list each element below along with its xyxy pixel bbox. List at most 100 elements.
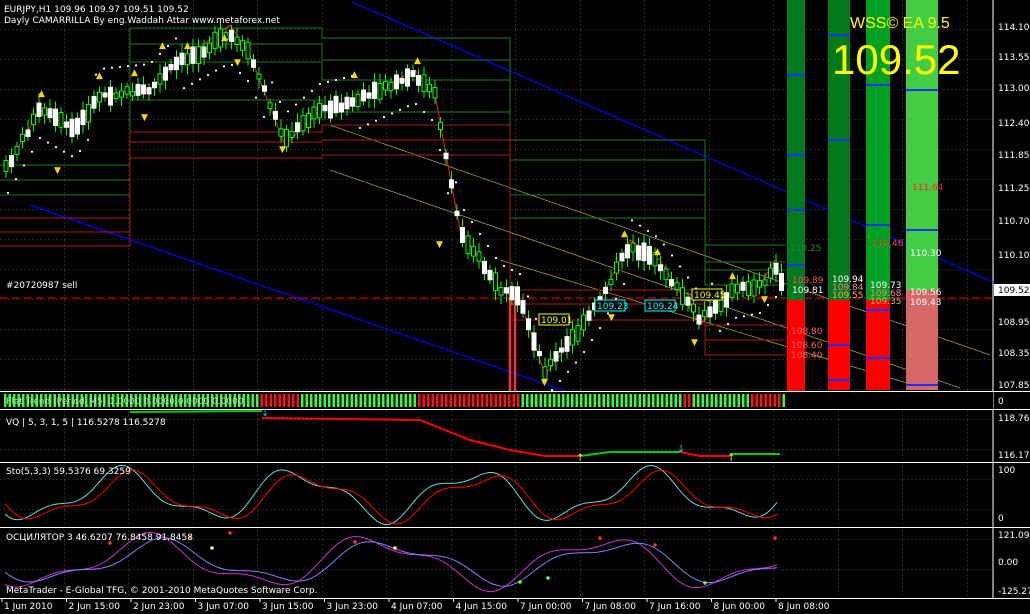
- sar-dot: [158, 52, 162, 56]
- candle-body: [729, 283, 735, 298]
- candle-body: [339, 102, 344, 113]
- sar-dot: [182, 86, 186, 90]
- flat-trend-bar: [620, 394, 623, 407]
- fractal-down-arrow: ▼: [541, 378, 548, 388]
- sar-dot: [574, 361, 578, 364]
- red-level-1: 108.60: [791, 341, 823, 351]
- sar-dot: [174, 37, 178, 40]
- oscillator-dot: [598, 536, 602, 540]
- trading-chart-window[interactable]: ▲▲ ▲▲ ▲▲▲▲▲▲▲▼▼▼▼▼▼▼▼▼ WSS© EA 9.5 109.5…: [0, 0, 1030, 614]
- candle-body: [42, 107, 47, 116]
- time-tick: 2 Jun 23:00: [133, 602, 185, 612]
- flat-trend-bar: [706, 394, 709, 407]
- flat-trend-bar: [256, 394, 259, 407]
- flat-trend-bar: [458, 394, 461, 407]
- vq-tick-top: 118.763: [998, 414, 1030, 424]
- candle-body: [669, 279, 674, 287]
- flat-trend-bar: [368, 394, 371, 407]
- sar-dot: [6, 191, 10, 194]
- candle-body: [773, 262, 779, 275]
- oscillator-dot: [393, 546, 397, 550]
- candle-body: [377, 82, 383, 100]
- flat-trend-bar: [674, 394, 677, 407]
- sar-dot: [198, 78, 202, 81]
- candle-body: [559, 347, 564, 353]
- candle-body: [388, 81, 394, 92]
- candle-body: [608, 278, 614, 285]
- candle-body: [3, 160, 9, 172]
- sar-dot: [62, 150, 66, 153]
- candle-body: [350, 97, 355, 107]
- flat-trend-bar: [476, 394, 479, 407]
- candle-body: [548, 358, 553, 367]
- candle-body: [361, 89, 366, 102]
- time-tick: 4 Jun 07:00: [391, 602, 443, 612]
- flat-trend-bar: [292, 394, 295, 407]
- sar-dot: [454, 181, 458, 184]
- candle-body: [130, 91, 135, 97]
- sar-dot: [430, 118, 434, 122]
- flat-trend-bar: [337, 394, 340, 407]
- col3-label-2: 109.35: [870, 297, 902, 307]
- candle-body: [449, 179, 454, 189]
- price-tick: 111.85: [998, 151, 1030, 161]
- flat-trend-bar: [782, 394, 785, 407]
- flat-trend-bar: [548, 394, 551, 407]
- flat-trend-bar: [512, 394, 515, 407]
- fractal-up-arrow: ▲: [96, 71, 103, 81]
- time-axis[interactable]: 1 Jun 2010 2 Jun 15:00 2 Jun 23:00 3 Jun 07…: [1, 598, 830, 612]
- candle-body: [300, 115, 306, 132]
- flat-trend-bar: [638, 394, 641, 407]
- sar-dot: [470, 220, 474, 224]
- candle-body: [53, 108, 58, 126]
- sar-dot: [438, 148, 442, 152]
- flat-trend-bar: [364, 394, 367, 407]
- flat-trend-bar: [436, 394, 439, 407]
- sar-dot: [622, 282, 626, 286]
- candle-body: [119, 90, 124, 98]
- sar-dot: [414, 102, 418, 106]
- flat-trend-bar: [287, 394, 290, 407]
- flat-trend-bar: [683, 394, 686, 407]
- sar-dot: [190, 82, 194, 85]
- flat-trend-bar: [413, 394, 416, 407]
- stochastic-pane[interactable]: Sto(5,3,3) 59.5376 69.3259 100 0: [0, 462, 1030, 528]
- flat-trend-bar: [521, 394, 524, 407]
- flat-trend-bar: [598, 394, 601, 407]
- price-tag-2: 109.24: [647, 302, 679, 312]
- candle-body: [658, 264, 663, 272]
- candle-body: [256, 73, 262, 80]
- flat-trend-bar: [449, 394, 452, 407]
- sar-dot: [254, 96, 258, 99]
- flat-trend-bar: [314, 394, 317, 407]
- sar-dot: [502, 264, 506, 268]
- flat-trend-bar: [737, 394, 740, 407]
- price-axis[interactable]: 114.10 113.55 113.00 112.40 111.85 111.25 110.…: [998, 23, 1030, 391]
- oscillator-pane[interactable]: ОСЦИЛЯТОР 3 46.6207 76.8458 91.8458 121.…: [0, 527, 1030, 599]
- fractal-up-arrow: ▲: [38, 89, 45, 99]
- candle-body: [146, 87, 152, 95]
- candle-body: [454, 210, 460, 217]
- fractal-down-arrow: ▼: [436, 240, 443, 250]
- candle-body: [80, 109, 86, 126]
- sar-dot: [214, 69, 218, 72]
- time-tick: 3 Jun 07:00: [198, 602, 250, 612]
- flat-trend-bar: [656, 394, 659, 407]
- flat-trend-bar: [431, 394, 434, 407]
- flat-trend-pane[interactable]: Flat Trend (Period_M5) 1.0000 0.0000 0.0…: [0, 391, 1030, 410]
- candle-body: [152, 81, 157, 89]
- flat-trend-bar: [715, 394, 718, 407]
- sar-dot: [302, 96, 306, 99]
- price-tick: 107.85: [998, 381, 1030, 391]
- candle-body: [482, 260, 487, 275]
- oscillator-dot: [773, 536, 777, 540]
- vq-arrow-down-1: ↓: [261, 408, 269, 419]
- candle-body: [25, 129, 31, 137]
- candle-body: [735, 283, 740, 294]
- flat-trend-bar: [566, 394, 569, 407]
- vq-pane[interactable]: VQ | 5, 3, 1, 5 | 116.5278 116.5278 118.…: [0, 408, 1030, 464]
- flat-trend-bar: [593, 394, 596, 407]
- candle-body: [476, 251, 482, 262]
- flat-trend-bar: [661, 394, 664, 407]
- candle-body: [757, 280, 762, 288]
